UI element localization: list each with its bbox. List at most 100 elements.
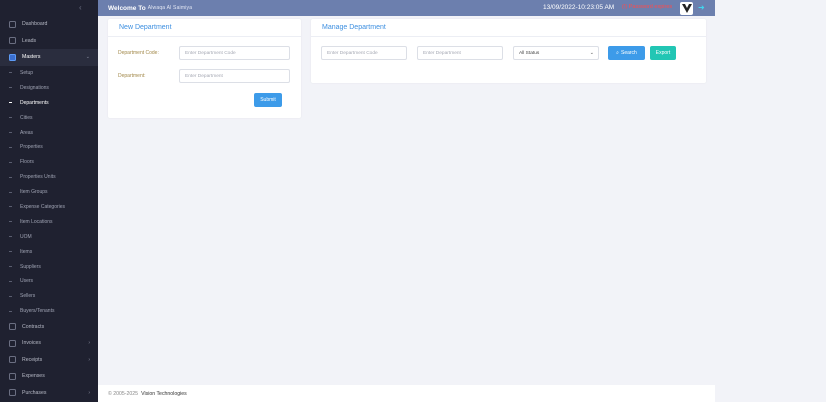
sidebar-subitem-users[interactable]: Users <box>0 274 98 289</box>
department-code-input[interactable]: Enter Department Code <box>179 46 290 60</box>
dashboard-icon <box>9 20 16 28</box>
sidebar-subitem-properties[interactable]: Properties <box>0 140 98 155</box>
chevron-right-icon: › <box>88 389 90 396</box>
bullet-dash <box>9 132 12 133</box>
leads-icon <box>9 37 16 45</box>
sidebar-item-label: Receipts <box>22 356 43 363</box>
filter-department-input[interactable]: Enter Department <box>417 46 503 60</box>
password-alert[interactable]: (!) Password expires <box>622 4 672 10</box>
sidebar-subitem-items[interactable]: Items <box>0 244 98 259</box>
bullet-dash <box>9 87 12 89</box>
sidebar-item-label: Leads <box>22 37 37 44</box>
expenses-icon <box>9 372 16 380</box>
bullet-dash <box>9 72 12 74</box>
sidebar-subitem-label: Sellers <box>20 293 36 300</box>
sidebar-item-expenses[interactable]: Expenses <box>0 368 98 385</box>
sidebar-subitem-expense-categories[interactable]: Expense Categories <box>0 200 98 215</box>
bullet-dash <box>9 266 12 268</box>
export-button[interactable]: Export <box>650 46 676 60</box>
status-select-value: All Status <box>519 50 540 56</box>
right-margin <box>715 0 826 402</box>
bullet-dash <box>9 295 12 297</box>
sidebar-item-leads[interactable]: Leads <box>0 33 98 50</box>
chevron-left-icon[interactable]: ‹ <box>79 3 82 12</box>
bullet-dash <box>9 146 12 148</box>
status-select[interactable]: All Status ⌄ <box>513 46 599 60</box>
sidebar-item-masters[interactable]: Masters ⌄ <box>0 49 98 66</box>
receipts-icon <box>9 356 16 364</box>
footer-copyright: © 2005-2025 <box>108 390 139 397</box>
sidebar-subitem-suppliers[interactable]: Suppliers <box>0 259 98 274</box>
department-code-label: Department Code: <box>118 50 159 56</box>
sidebar-item-label: Masters <box>22 54 41 61</box>
bullet-dash <box>9 280 12 282</box>
sidebar-subitem-label: Properties <box>20 144 43 151</box>
logout-icon[interactable]: ➜ <box>698 3 705 12</box>
bullet-dash <box>9 206 12 208</box>
sidebar-top: ‹ <box>0 0 98 16</box>
filter-department-code-input[interactable]: Enter Department Code <box>321 46 407 60</box>
invoices-icon <box>9 339 16 347</box>
manage-department-card: Manage Department Enter Department Code … <box>311 19 706 83</box>
bullet-dash <box>9 102 12 104</box>
bullet-dash <box>9 310 12 312</box>
sidebar-subitem-departments[interactable]: Departments <box>0 95 98 110</box>
sidebar-item-purchases[interactable]: Purchases › <box>0 385 98 402</box>
contracts-icon <box>9 323 16 331</box>
sidebar-subitem-label: Users <box>20 278 34 285</box>
sidebar-item-contracts[interactable]: Contracts <box>0 319 98 336</box>
bullet-dash <box>9 176 12 178</box>
new-department-title: New Department <box>119 24 172 31</box>
bullet-dash <box>9 251 12 253</box>
bullet-dash <box>9 191 12 193</box>
chevron-right-icon: › <box>88 356 90 363</box>
sidebar-subitem-label: Buyers/Tenants <box>20 308 55 315</box>
search-button-label: Search <box>620 50 637 56</box>
sidebar-subitem-label: Designations <box>20 84 49 91</box>
footer: © 2005-2025 Vision Technologies <box>98 385 715 402</box>
sidebar-subitem-floors[interactable]: Floors <box>0 155 98 170</box>
sidebar-subitem-sellers[interactable]: Sellers <box>0 289 98 304</box>
sidebar-item-label: Invoices <box>22 340 42 347</box>
chevron-down-icon: ⌄ <box>85 54 90 60</box>
user-name: Alwaqa Al Saimiya <box>147 5 193 11</box>
sidebar-subitem-label: UOM <box>20 233 32 240</box>
sidebar-subitem-properties-units[interactable]: Properties Units <box>0 170 98 185</box>
sidebar-item-label: Contracts <box>22 323 45 330</box>
sidebar-item-label: Expenses <box>22 373 45 380</box>
sidebar-subitem-label: Cities <box>20 114 33 121</box>
sidebar-item-dashboard[interactable]: Dashboard <box>0 16 98 33</box>
sidebar-item-receipts[interactable]: Receipts › <box>0 352 98 369</box>
search-button[interactable]: ⌕ Search <box>608 46 645 60</box>
sidebar-subitem-label: Suppliers <box>20 263 41 270</box>
vision-logo-icon[interactable] <box>680 1 693 15</box>
sidebar-subitem-label: Item Locations <box>20 218 53 225</box>
bullet-dash <box>9 161 12 163</box>
footer-brand[interactable]: Vision Technologies <box>141 391 187 397</box>
sidebar-item-invoices[interactable]: Invoices › <box>0 335 98 352</box>
submit-button[interactable]: Submit <box>254 93 282 107</box>
sidebar-subitem-buyers-tenants[interactable]: Buyers/Tenants <box>0 304 98 319</box>
sidebar-subitem-areas[interactable]: Areas <box>0 125 98 140</box>
sidebar-subitem-uom[interactable]: UOM <box>0 229 98 244</box>
department-label: Department: <box>118 73 146 79</box>
card-divider <box>311 36 706 37</box>
sidebar-item-label: Dashboard <box>22 21 48 28</box>
sidebar-subitem-label: Setup <box>20 69 34 76</box>
sidebar-subitem-label: Items <box>20 248 33 255</box>
search-icon: ⌕ <box>616 50 619 56</box>
sidebar-subitem-designations[interactable]: Designations <box>0 80 98 95</box>
department-input[interactable]: Enter Department <box>179 69 290 83</box>
sidebar-subitem-setup[interactable]: Setup <box>0 66 98 81</box>
sidebar-subitem-label: Floors <box>20 159 34 166</box>
chevron-right-icon: › <box>88 340 90 347</box>
sidebar-subitem-label: Departments <box>20 99 49 106</box>
purchases-icon <box>9 389 16 397</box>
card-divider <box>108 36 301 37</box>
sidebar-subitem-cities[interactable]: Cities <box>0 110 98 125</box>
chevron-down-icon: ⌄ <box>589 50 594 56</box>
sidebar-subitem-item-groups[interactable]: Item Groups <box>0 185 98 200</box>
sidebar-subitem-item-locations[interactable]: Item Locations <box>0 214 98 229</box>
welcome-text: Welcome To <box>108 4 146 12</box>
sidebar-item-label: Purchases <box>22 389 47 396</box>
